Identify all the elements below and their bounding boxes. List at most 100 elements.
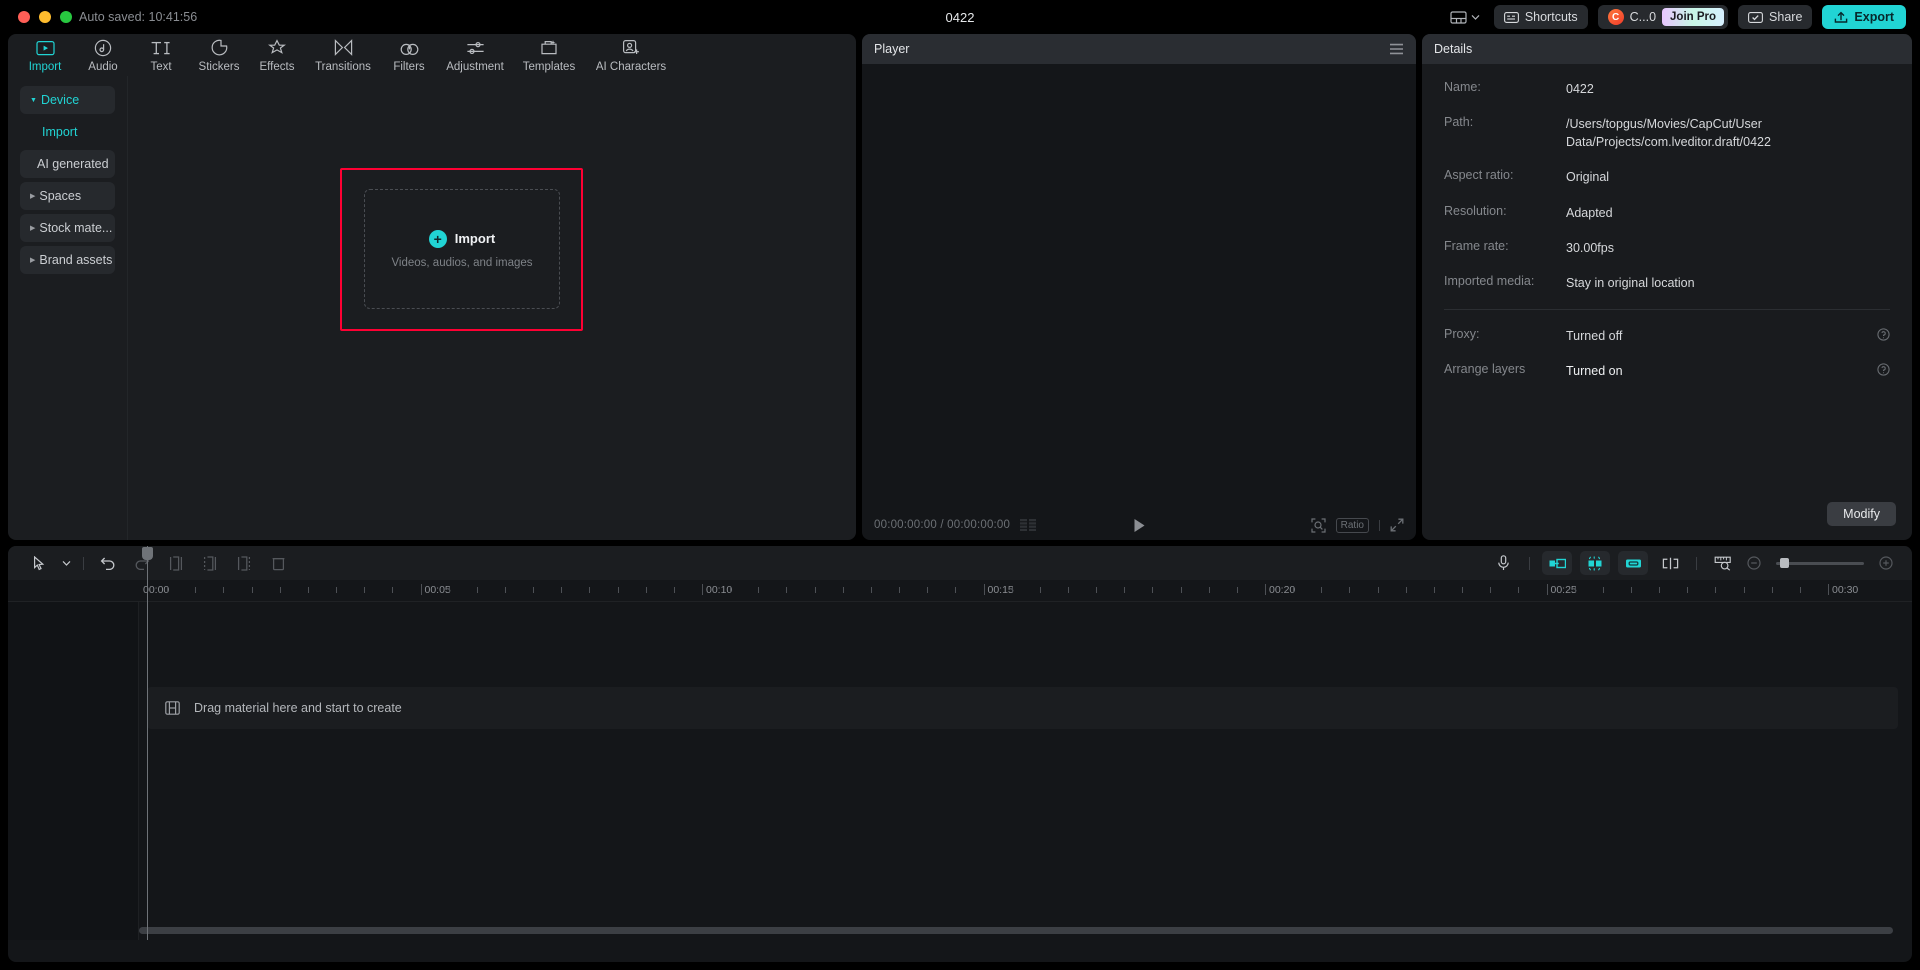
split-icon[interactable] — [159, 550, 193, 576]
timeline-horizontal-scrollbar[interactable] — [139, 927, 1902, 934]
trim-right-icon[interactable] — [227, 550, 261, 576]
account-button[interactable]: C C...0 Join Pro — [1597, 5, 1729, 29]
sidebar-item-device[interactable]: ▼ Device — [20, 86, 115, 114]
fullscreen-icon[interactable] — [1390, 518, 1404, 532]
title-bar: Auto saved: 10:41:56 0422 Shortcuts C C.… — [0, 0, 1920, 34]
nav-tab-transitions[interactable]: Transitions — [306, 38, 380, 73]
select-cursor-icon[interactable] — [22, 550, 56, 576]
playhead-handle[interactable] — [142, 547, 153, 560]
timeline-ruler[interactable]: 00:00 00:05 00:10 00:15 00:20 00:25 00:30 — [8, 580, 1912, 602]
help-circle-icon[interactable] — [1877, 328, 1890, 341]
export-label: Export — [1854, 10, 1894, 24]
nav-tab-audio[interactable]: Audio — [74, 38, 132, 73]
current-time: 00:00:00:00 — [874, 519, 937, 531]
close-window-button[interactable] — [18, 11, 30, 23]
sidebar-item-brand-assets[interactable]: ▶ Brand assets — [20, 246, 115, 274]
filters-icon — [400, 38, 419, 58]
nav-tab-stickers[interactable]: Stickers — [190, 38, 248, 73]
ruler-minor-tick — [730, 587, 732, 593]
nav-tab-ai-characters[interactable]: AI Characters — [586, 38, 676, 73]
modify-button[interactable]: Modify — [1827, 502, 1896, 526]
templates-icon — [540, 38, 558, 58]
zoom-in-icon[interactable] — [1874, 550, 1898, 576]
ruler-major-tick — [420, 584, 422, 595]
mirror-left-icon[interactable] — [1542, 551, 1572, 575]
ruler-minor-tick — [167, 587, 169, 593]
details-body: Name: 0422 Path: /Users/topgus/Movies/Ca… — [1422, 64, 1912, 380]
details-value: 30.00fps — [1566, 240, 1614, 255]
details-label: Resolution: — [1444, 203, 1507, 218]
layout-switcher-button[interactable] — [1446, 10, 1484, 24]
timeline-zoom-slider[interactable] — [1776, 558, 1864, 568]
details-label: Aspect ratio: — [1444, 168, 1514, 183]
details-divider — [1444, 308, 1890, 310]
hamburger-menu-icon[interactable] — [1389, 43, 1404, 55]
ruler-label: 00:25 — [1550, 584, 1577, 596]
ruler-zoom-icon[interactable] — [1706, 550, 1740, 576]
zoom-slider-handle[interactable] — [1780, 558, 1789, 568]
timeline-drop-hint[interactable]: Drag material here and start to create — [147, 687, 1898, 729]
import-media-icon — [35, 38, 55, 58]
crop-split-icon[interactable] — [1653, 550, 1687, 576]
play-icon[interactable] — [1133, 518, 1146, 533]
details-label: Arrange layers — [1444, 362, 1526, 376]
help-circle-icon[interactable] — [1877, 363, 1890, 376]
ruler-minor-tick — [336, 587, 338, 593]
ratio-button[interactable]: Ratio — [1335, 517, 1369, 533]
mirror-split-icon[interactable] — [1580, 551, 1610, 575]
nav-tab-templates[interactable]: Templates — [512, 38, 586, 73]
timeline-toolbar-left — [22, 550, 295, 576]
share-button[interactable]: Share — [1738, 5, 1813, 29]
sidebar-item-spaces[interactable]: ▶ Spaces — [20, 182, 115, 210]
chevron-down-icon — [1471, 14, 1480, 20]
chevron-down-icon[interactable] — [56, 550, 76, 576]
undo-icon[interactable] — [91, 550, 125, 576]
nav-label: AI Characters — [595, 60, 667, 73]
scrollbar-thumb[interactable] — [139, 927, 1893, 934]
minimize-window-button[interactable] — [39, 11, 51, 23]
sidebar-item-ai-generated[interactable]: AI generated — [20, 150, 115, 178]
zoom-out-icon[interactable] — [1742, 550, 1766, 576]
maximize-window-button[interactable] — [60, 11, 72, 23]
shortcuts-button[interactable]: Shortcuts — [1493, 5, 1588, 29]
ruler-minor-tick — [842, 587, 844, 593]
ruler-minor-tick — [1180, 587, 1182, 593]
sidebar-item-stock-materials[interactable]: ▶ Stock mate... — [20, 214, 115, 242]
ruler-minor-tick — [195, 587, 197, 593]
keyboard-icon — [1503, 11, 1519, 23]
details-value: Turned on — [1566, 364, 1623, 378]
nav-tab-filters[interactable]: Filters — [380, 38, 438, 73]
timeline-tracks-area[interactable]: Drag material here and start to create — [8, 602, 1912, 940]
trim-left-icon[interactable] — [193, 550, 227, 576]
sidebar-item-label: Spaces — [39, 189, 82, 203]
import-dropzone[interactable]: + Import Videos, audios, and images — [364, 189, 560, 309]
nav-tab-adjustment[interactable]: Adjustment — [438, 38, 512, 73]
media-library-panel: ▼ Device Import AI generated ▶ Spaces ▶ … — [8, 76, 856, 540]
ruler-label: 00:10 — [706, 584, 733, 596]
player-canvas[interactable] — [862, 64, 1416, 510]
export-upload-icon — [1834, 11, 1848, 24]
mirror-right-icon[interactable] — [1618, 551, 1648, 575]
ruler-minor-tick — [448, 587, 450, 593]
playhead[interactable] — [142, 546, 153, 940]
nav-tab-import[interactable]: Import — [16, 38, 74, 73]
transitions-icon — [334, 38, 353, 58]
frames-grid-icon[interactable] — [1020, 519, 1038, 531]
time-separator: / — [940, 519, 944, 531]
ruler-minor-tick — [617, 587, 619, 593]
microphone-icon[interactable] — [1486, 550, 1520, 576]
timeline-panel: 00:00 00:05 00:10 00:15 00:20 00:25 00:30 Drag… — [8, 546, 1912, 962]
autosave-status: Auto saved: 10:41:56 — [79, 10, 198, 24]
delete-icon[interactable] — [261, 550, 295, 576]
join-pro-button[interactable]: Join Pro — [1662, 8, 1725, 26]
nav-tab-effects[interactable]: Effects — [248, 38, 306, 73]
panel-layout-icon — [1450, 10, 1467, 24]
details-value: Turned off — [1566, 328, 1623, 343]
sidebar-item-import[interactable]: Import — [20, 118, 115, 146]
ruler-minor-tick — [561, 587, 563, 593]
zoom-fit-icon[interactable] — [1311, 517, 1326, 533]
details-value: Stay in original location — [1566, 275, 1695, 290]
nav-tab-text[interactable]: Text — [132, 38, 190, 73]
details-value: Original — [1566, 170, 1610, 185]
export-button[interactable]: Export — [1822, 5, 1906, 29]
